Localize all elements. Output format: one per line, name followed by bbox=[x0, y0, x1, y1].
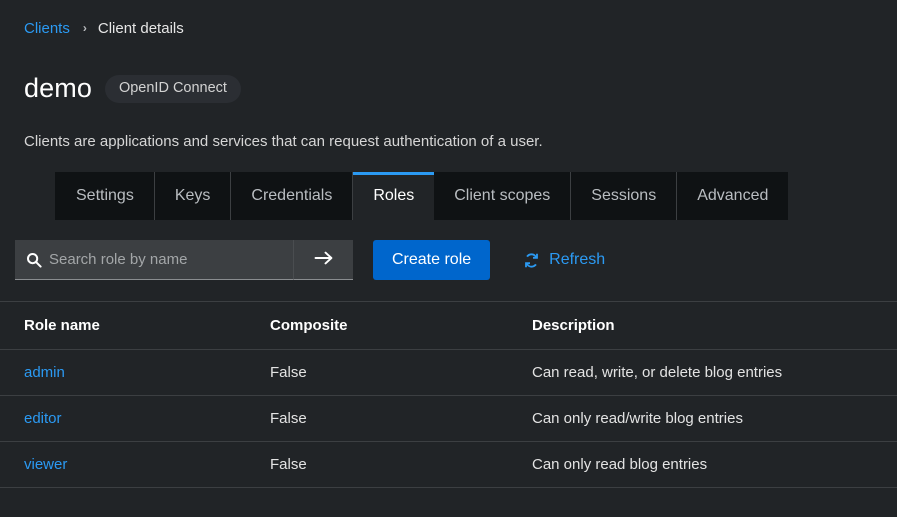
table-body: admin False Can read, write, or delete b… bbox=[0, 349, 897, 487]
cell-role-name: viewer bbox=[0, 441, 270, 487]
protocol-badge: OpenID Connect bbox=[105, 75, 241, 103]
page-header: demo OpenID Connect Clients are applicat… bbox=[0, 40, 897, 150]
tab-credentials[interactable]: Credentials bbox=[231, 172, 353, 220]
breadcrumb-link-clients[interactable]: Clients bbox=[24, 20, 70, 37]
tab-sessions[interactable]: Sessions bbox=[571, 172, 677, 220]
breadcrumb: Clients › Client details bbox=[0, 0, 897, 40]
roles-toolbar: Create role Refresh bbox=[0, 220, 897, 302]
role-link-viewer[interactable]: viewer bbox=[24, 456, 67, 473]
table-row: editor False Can only read/write blog en… bbox=[0, 395, 897, 441]
table-row: admin False Can read, write, or delete b… bbox=[0, 349, 897, 395]
tab-settings[interactable]: Settings bbox=[55, 172, 155, 220]
refresh-button[interactable]: Refresh bbox=[523, 240, 605, 280]
search-group bbox=[15, 240, 353, 280]
breadcrumb-current: Client details bbox=[98, 20, 184, 37]
page-description: Clients are applications and services th… bbox=[24, 133, 873, 150]
page-title: demo bbox=[24, 74, 92, 104]
search-icon bbox=[26, 252, 42, 268]
table-head: Role name Composite Description bbox=[0, 302, 897, 350]
cell-role-name: editor bbox=[0, 395, 270, 441]
search-input[interactable] bbox=[49, 251, 293, 268]
cell-role-name: admin bbox=[0, 349, 270, 395]
tab-label: Advanced bbox=[697, 187, 768, 205]
column-header-role-name: Role name bbox=[0, 302, 270, 350]
tab-label: Keys bbox=[175, 187, 211, 205]
search-field[interactable] bbox=[15, 240, 293, 280]
sync-icon bbox=[523, 252, 540, 269]
tab-client-scopes[interactable]: Client scopes bbox=[434, 172, 571, 220]
tab-label: Settings bbox=[76, 187, 134, 205]
tab-label: Credentials bbox=[251, 187, 332, 205]
title-row: demo OpenID Connect bbox=[24, 56, 873, 122]
cell-description: Can only read blog entries bbox=[532, 441, 897, 487]
refresh-label: Refresh bbox=[549, 251, 605, 269]
cell-composite: False bbox=[270, 349, 532, 395]
table-header-row: Role name Composite Description bbox=[0, 302, 897, 350]
role-link-admin[interactable]: admin bbox=[24, 364, 65, 381]
table-row: viewer False Can only read blog entries bbox=[0, 441, 897, 487]
table-footer bbox=[0, 488, 897, 512]
tab-label: Sessions bbox=[591, 187, 656, 205]
roles-table: Role name Composite Description admin Fa… bbox=[0, 302, 897, 488]
cell-composite: False bbox=[270, 395, 532, 441]
column-header-description: Description bbox=[532, 302, 897, 350]
cell-description: Can read, write, or delete blog entries bbox=[532, 349, 897, 395]
arrow-right-icon bbox=[314, 250, 334, 269]
tab-advanced[interactable]: Advanced bbox=[677, 172, 788, 220]
breadcrumb-chevron-icon: › bbox=[83, 22, 87, 34]
search-submit-button[interactable] bbox=[293, 240, 353, 280]
tab-label: Client scopes bbox=[454, 187, 550, 205]
tab-keys[interactable]: Keys bbox=[155, 172, 232, 220]
column-header-composite: Composite bbox=[270, 302, 532, 350]
cell-composite: False bbox=[270, 441, 532, 487]
cell-description: Can only read/write blog entries bbox=[532, 395, 897, 441]
client-tabs: Settings Keys Credentials Roles Client s… bbox=[0, 172, 897, 220]
role-link-editor[interactable]: editor bbox=[24, 410, 62, 427]
create-role-button[interactable]: Create role bbox=[373, 240, 490, 280]
roles-table-wrap: Role name Composite Description admin Fa… bbox=[0, 302, 897, 512]
tab-roles[interactable]: Roles bbox=[353, 172, 434, 220]
tab-label: Roles bbox=[373, 187, 414, 205]
